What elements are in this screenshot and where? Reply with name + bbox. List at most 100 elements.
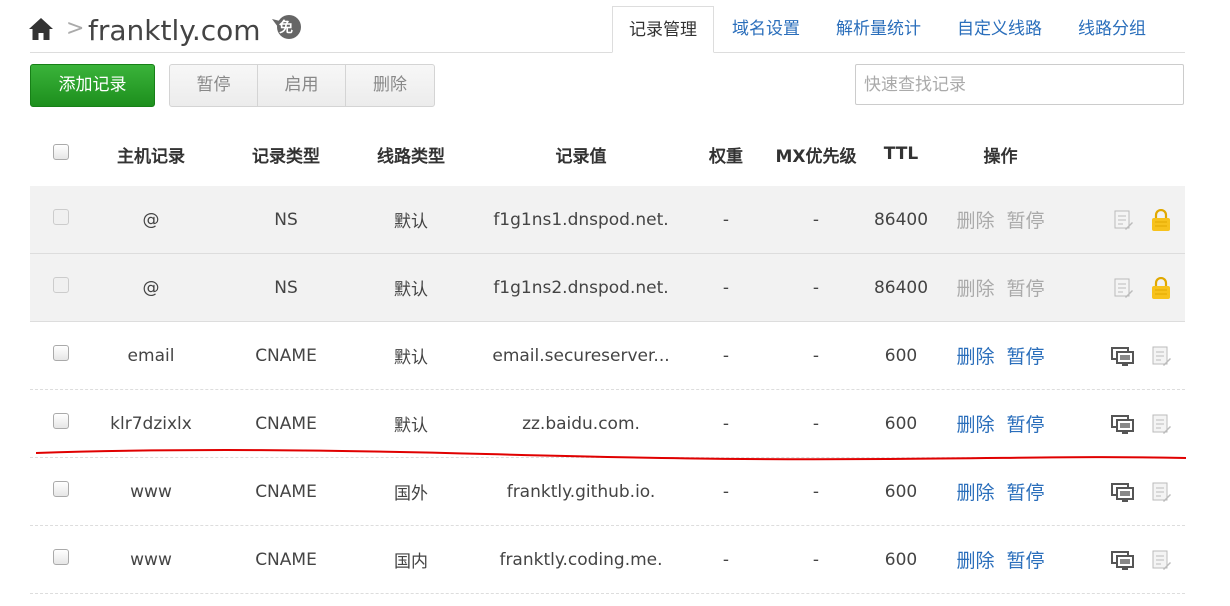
- cell-value: zz.baidu.com.: [522, 413, 640, 434]
- header-line: 线路类型: [377, 146, 445, 167]
- cell-ttl: 600: [884, 345, 918, 366]
- cell-line: 默认: [394, 348, 428, 368]
- enable-button[interactable]: 启用: [258, 65, 346, 106]
- pause-link[interactable]: 暂停: [1007, 342, 1045, 369]
- header-host: 主机记录: [117, 146, 185, 167]
- note-icon[interactable]: [1111, 209, 1135, 231]
- add-record-button[interactable]: 添加记录: [30, 64, 155, 107]
- table-row: www CNAME 国内 franktly.coding.me. - - 600…: [30, 526, 1185, 594]
- cell-type: NS: [274, 277, 298, 298]
- monitor-icon[interactable]: [1111, 481, 1135, 503]
- cell-type: CNAME: [255, 345, 317, 366]
- delete-link[interactable]: 删除: [956, 546, 994, 573]
- breadcrumb-separator: >: [66, 16, 85, 41]
- cell-line: 默认: [394, 416, 428, 436]
- lock-icon: [1152, 276, 1170, 299]
- delete-link: 删除: [956, 278, 995, 300]
- cell-type: CNAME: [255, 413, 317, 434]
- cell-mx: -: [812, 481, 820, 502]
- tab-record-management[interactable]: 记录管理: [612, 6, 714, 53]
- delete-link[interactable]: 删除: [956, 342, 994, 369]
- header-ttl: TTL: [883, 144, 919, 164]
- table-header: 主机记录 记录类型 线路类型 记录值 权重 MX优先级 TTL 操作: [30, 122, 1185, 186]
- cell-mx: -: [812, 277, 820, 298]
- pause-button[interactable]: 暂停: [170, 65, 258, 106]
- cell-host: www: [130, 549, 172, 570]
- tab-line-groups[interactable]: 线路分组: [1060, 6, 1164, 53]
- select-all-checkbox[interactable]: [53, 143, 69, 160]
- cell-mx: -: [812, 549, 820, 570]
- monitor-icon[interactable]: [1111, 345, 1135, 367]
- table-row: www CNAME 国外 franktly.github.io. - - 600…: [30, 458, 1185, 526]
- cell-type: NS: [274, 209, 298, 230]
- cell-ttl: 600: [884, 481, 918, 502]
- records-table: 主机记录 记录类型 线路类型 记录值 权重 MX优先级 TTL 操作 @ NS …: [30, 122, 1185, 594]
- cell-host: klr7dzixlx: [110, 413, 192, 434]
- note-icon[interactable]: [1149, 413, 1173, 435]
- search-input[interactable]: [855, 64, 1184, 105]
- cell-line: 默认: [394, 280, 428, 300]
- cell-host: @: [142, 209, 160, 230]
- pause-link[interactable]: 暂停: [1007, 546, 1045, 573]
- table-row: email CNAME 默认 email.secureserver... - -…: [30, 322, 1185, 390]
- cell-host: email: [127, 345, 175, 366]
- cell-line: 国内: [394, 552, 428, 572]
- table-row: @ NS 默认 f1g1ns1.dnspod.net. - - 86400 删除…: [30, 186, 1185, 254]
- delete-link: 删除: [956, 210, 995, 232]
- annotation-underline: [36, 449, 1186, 461]
- note-icon[interactable]: [1149, 345, 1173, 367]
- tab-bar: 记录管理 域名设置 解析量统计 自定义线路 线路分组: [612, 6, 1164, 53]
- free-badge-text: 免: [279, 20, 293, 36]
- header-weight: 权重: [709, 146, 743, 167]
- batch-action-group: 暂停 启用 删除: [169, 64, 435, 107]
- cell-line: 国外: [394, 484, 428, 504]
- header-type: 记录类型: [252, 146, 320, 167]
- free-badge-icon: 免: [270, 13, 304, 43]
- tab-query-statistics[interactable]: 解析量统计: [818, 6, 939, 53]
- pause-link[interactable]: 暂停: [1007, 410, 1045, 437]
- monitor-icon[interactable]: [1111, 413, 1135, 435]
- cell-ttl: 600: [884, 549, 918, 570]
- home-icon[interactable]: [28, 16, 54, 42]
- domain-title: franktly.com: [88, 14, 261, 47]
- tab-divider: [30, 52, 1185, 53]
- cell-ttl: 86400: [873, 277, 929, 298]
- delete-button[interactable]: 删除: [346, 65, 434, 106]
- cell-ttl: 600: [884, 413, 918, 434]
- cell-mx: -: [812, 209, 820, 230]
- cell-host: www: [130, 481, 172, 502]
- pause-link[interactable]: 暂停: [1007, 478, 1045, 505]
- cell-weight: -: [722, 549, 730, 570]
- cell-value: franktly.github.io.: [506, 481, 656, 502]
- cell-value: f1g1ns2.dnspod.net.: [493, 277, 669, 298]
- cell-weight: -: [722, 209, 730, 230]
- monitor-icon[interactable]: [1111, 549, 1135, 571]
- cell-weight: -: [722, 413, 730, 434]
- pause-link: 暂停: [1006, 278, 1045, 300]
- note-icon[interactable]: [1149, 549, 1173, 571]
- delete-link[interactable]: 删除: [956, 410, 994, 437]
- row-checkbox[interactable]: [53, 345, 69, 361]
- row-checkbox[interactable]: [53, 277, 69, 293]
- header-value: 记录值: [555, 146, 607, 167]
- table-row: @ NS 默认 f1g1ns2.dnspod.net. - - 86400 删除…: [30, 254, 1185, 322]
- note-icon[interactable]: [1111, 277, 1135, 299]
- row-checkbox[interactable]: [53, 209, 69, 225]
- delete-link[interactable]: 删除: [956, 478, 994, 505]
- cell-weight: -: [722, 277, 730, 298]
- cell-ttl: 86400: [873, 209, 929, 230]
- cell-mx: -: [812, 413, 820, 434]
- lock-icon: [1152, 208, 1170, 231]
- tab-domain-settings[interactable]: 域名设置: [714, 6, 818, 53]
- row-checkbox[interactable]: [53, 413, 69, 429]
- cell-value: franktly.coding.me.: [499, 549, 663, 570]
- cell-weight: -: [722, 481, 730, 502]
- tab-custom-lines[interactable]: 自定义线路: [939, 6, 1060, 53]
- cell-host: @: [142, 277, 160, 298]
- row-checkbox[interactable]: [53, 481, 69, 497]
- cell-weight: -: [722, 345, 730, 366]
- note-icon[interactable]: [1149, 481, 1173, 503]
- row-checkbox[interactable]: [53, 549, 69, 565]
- header-mx: MX优先级: [775, 146, 857, 167]
- pause-link: 暂停: [1006, 210, 1045, 232]
